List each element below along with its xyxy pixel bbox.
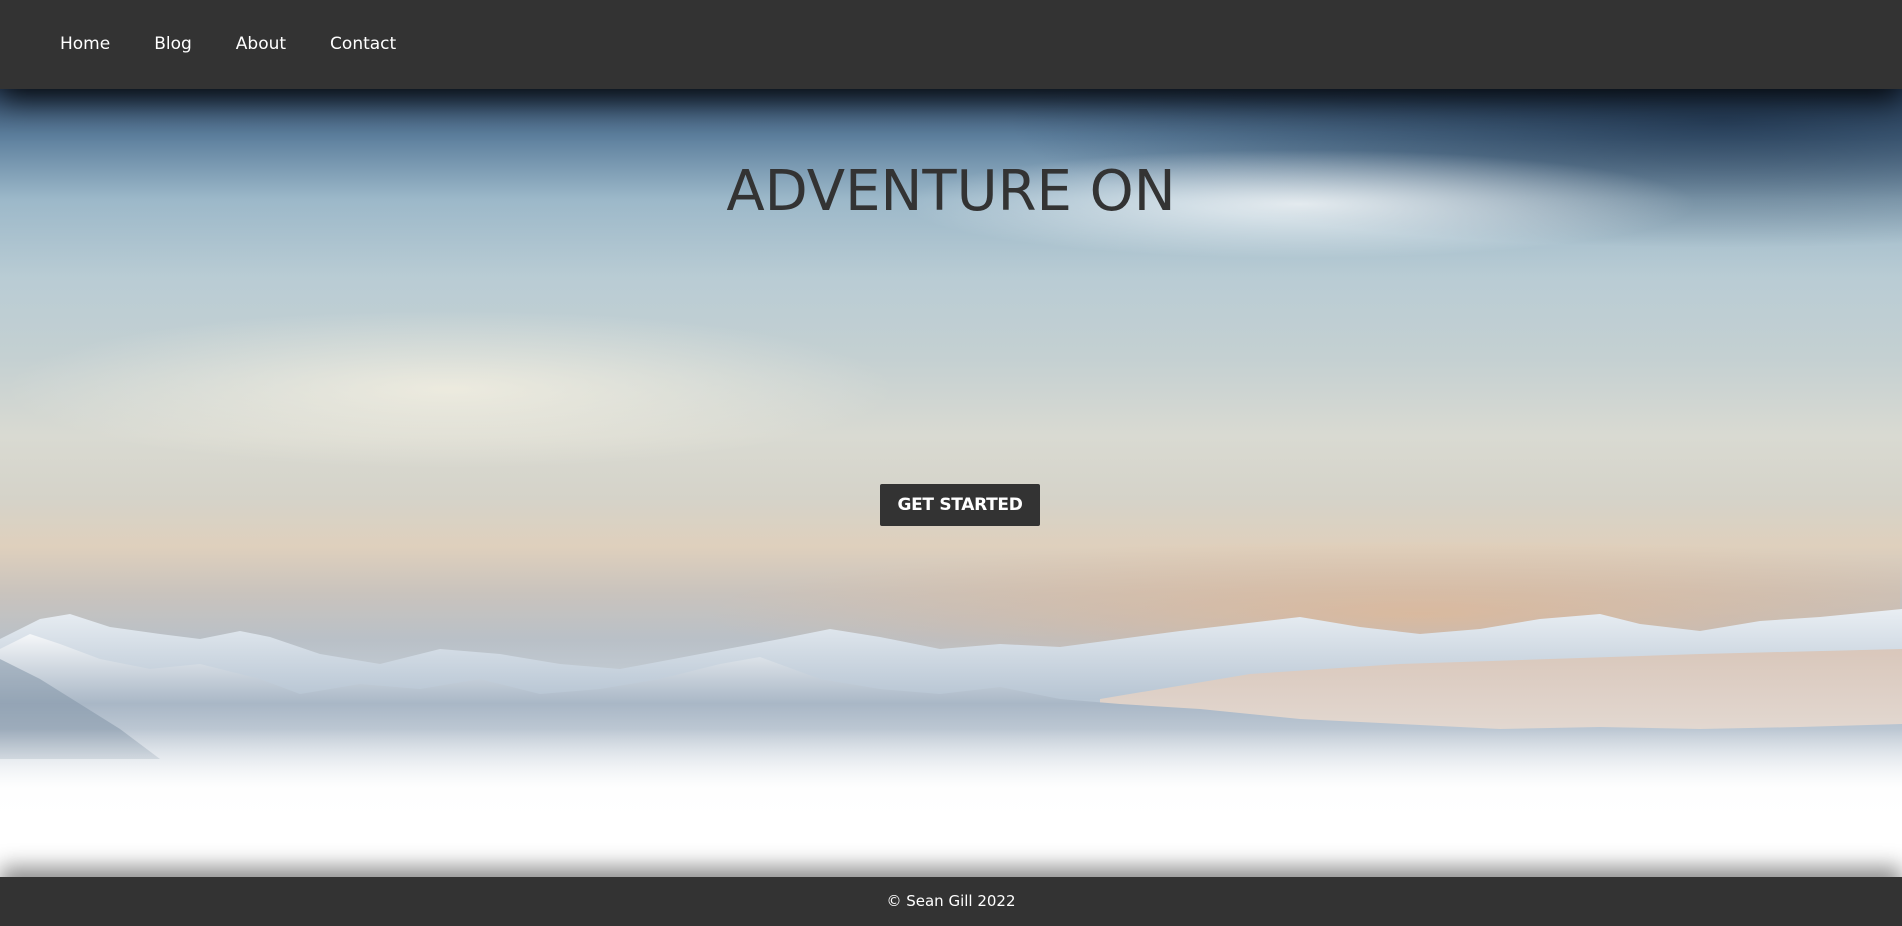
hero-cloud — [0, 309, 900, 469]
top-nav-bar: Home Blog About Contact — [0, 0, 1902, 89]
hero-title: ADVENTURE ON — [726, 159, 1176, 224]
nav-link-home[interactable]: Home — [60, 34, 110, 54]
hero-fog-overlay — [0, 729, 1902, 877]
get-started-button[interactable]: GET STARTED — [880, 484, 1040, 526]
footer-bar: © Sean Gill 2022 — [0, 877, 1902, 926]
nav-link-contact[interactable]: Contact — [330, 34, 396, 54]
copyright-text: © Sean Gill 2022 — [886, 892, 1016, 910]
nav-menu: Home Blog About Contact — [60, 34, 440, 54]
nav-link-about[interactable]: About — [236, 34, 286, 54]
nav-link-blog[interactable]: Blog — [154, 34, 192, 54]
hero-banner: ADVENTURE ON GET STARTED — [0, 89, 1902, 877]
